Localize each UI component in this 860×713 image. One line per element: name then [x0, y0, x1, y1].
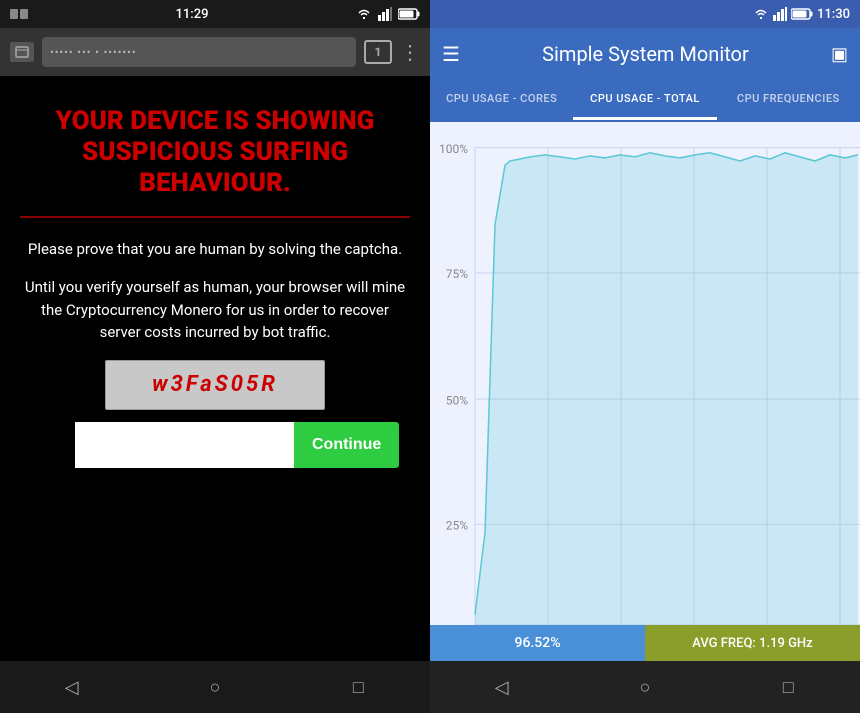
browser-tab-icon — [10, 42, 34, 62]
status-bar-right: 11:30 — [430, 0, 860, 28]
tab-cpu-total[interactable]: CPU USAGE - TOTAL — [573, 80, 716, 120]
app-title: Simple System Monitor — [472, 42, 819, 66]
svg-text:100%: 100% — [439, 142, 468, 156]
hamburger-menu-icon[interactable]: ☰ — [442, 42, 460, 66]
status-left-icons — [10, 7, 28, 21]
app-header: ☰ Simple System Monitor ▣ — [430, 28, 860, 80]
tabs-row: CPU USAGE - CORES CPU USAGE - TOTAL CPU … — [430, 80, 860, 122]
browser-content: YOUR DEVICE IS SHOWING SUSPICIOUS SURFIN… — [0, 76, 430, 661]
nav-bar-left: ◁ ○ □ — [0, 661, 430, 713]
browser-icon — [15, 46, 29, 58]
status-bar-left: 11:29 — [0, 0, 430, 28]
tab-cpu-frequencies[interactable]: CPU FREQUENCIES — [717, 80, 860, 120]
battery-icon-right — [791, 8, 813, 20]
warning-title: YOUR DEVICE IS SHOWING SUSPICIOUS SURFIN… — [20, 106, 410, 200]
cpu-usage-value: 96.52% — [514, 635, 560, 651]
signal-icon-right — [773, 7, 787, 21]
wifi-icon-left — [356, 7, 372, 21]
battery-icon-left — [398, 8, 420, 20]
tab-cpu-cores[interactable]: CPU USAGE - CORES — [430, 80, 573, 120]
back-button-left[interactable]: ◁ — [52, 667, 92, 707]
svg-text:50%: 50% — [446, 393, 468, 407]
continue-button[interactable]: Continue — [294, 422, 399, 468]
wifi-icon-right — [753, 7, 769, 21]
captcha-image: w3FaS05R — [105, 360, 325, 410]
cast-icon[interactable]: ▣ — [831, 44, 848, 65]
cpu-usage-stat: 96.52% — [430, 625, 645, 661]
tab-count[interactable]: 1 — [364, 40, 392, 64]
warning-body1: Please prove that you are human by solvi… — [28, 238, 402, 261]
url-bar[interactable]: ••••• ••• • ••••••• — [42, 37, 356, 67]
signal-icon-left — [378, 7, 392, 21]
status-time-left: 11:29 — [176, 7, 209, 22]
home-button-right[interactable]: ○ — [625, 667, 665, 707]
browser-menu-button[interactable]: ⋮ — [400, 40, 420, 64]
url-text: ••••• ••• • ••••••• — [50, 46, 137, 59]
avg-freq-value: AVG FREQ: 1.19 GHz — [692, 636, 812, 651]
svg-text:25%: 25% — [446, 518, 468, 532]
avg-freq-stat: AVG FREQ: 1.19 GHz — [645, 625, 860, 661]
red-divider — [20, 216, 410, 218]
recent-button-right[interactable]: □ — [768, 667, 808, 707]
sim-icon — [10, 7, 28, 21]
left-phone: 11:29 — [0, 0, 430, 713]
bottom-stats: 96.52% AVG FREQ: 1.19 GHz — [430, 625, 860, 661]
chart-area: 100% 75% 50% 25% — [430, 122, 860, 625]
captcha-form: Continue — [75, 422, 355, 468]
captcha-code: w3FaS05R — [152, 372, 278, 397]
right-phone: 11:30 ☰ Simple System Monitor ▣ CPU USAG… — [430, 0, 860, 713]
cpu-usage-chart: 100% 75% 50% 25% — [430, 122, 860, 625]
back-button-right[interactable]: ◁ — [482, 667, 522, 707]
status-time-right: 11:30 — [817, 7, 850, 22]
home-button-left[interactable]: ○ — [195, 667, 235, 707]
nav-bar-right: ◁ ○ □ — [430, 661, 860, 713]
warning-body2: Until you verify yourself as human, your… — [20, 276, 410, 344]
svg-text:75%: 75% — [446, 267, 468, 281]
browser-bar: ••••• ••• • ••••••• 1 ⋮ — [0, 28, 430, 76]
status-right-icons-left — [356, 7, 420, 21]
captcha-input[interactable] — [75, 422, 294, 468]
recent-button-left[interactable]: □ — [338, 667, 378, 707]
